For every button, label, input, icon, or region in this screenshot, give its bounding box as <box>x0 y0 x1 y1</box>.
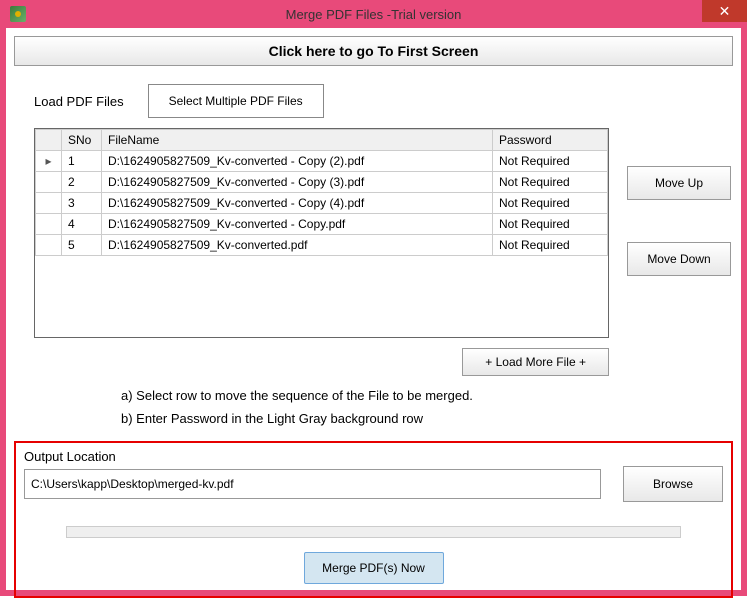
table-row[interactable]: 3D:\1624905827509_Kv-converted - Copy (4… <box>36 193 608 214</box>
table-row[interactable]: 4D:\1624905827509_Kv-converted - Copy.pd… <box>36 214 608 235</box>
table-row[interactable]: 2D:\1624905827509_Kv-converted - Copy (3… <box>36 172 608 193</box>
load-pdf-label: Load PDF Files <box>34 94 124 109</box>
file-grid[interactable]: SNo FileName Password ▸1D:\1624905827509… <box>34 128 609 338</box>
output-label: Output Location <box>24 449 723 464</box>
first-screen-button[interactable]: Click here to go To First Screen <box>14 36 733 66</box>
move-down-button[interactable]: Move Down <box>627 242 731 276</box>
window-title: Merge PDF Files -Trial version <box>286 7 462 22</box>
app-icon <box>10 6 26 22</box>
table-area: SNo FileName Password ▸1D:\1624905827509… <box>34 128 741 338</box>
instruction-b: b) Enter Password in the Light Gray back… <box>121 407 741 430</box>
load-more-row: + Load More File + <box>34 348 609 376</box>
col-sno: SNo <box>62 130 102 151</box>
output-section: Output Location Browse Merge PDF(s) Now <box>14 441 733 598</box>
instructions: a) Select row to move the sequence of th… <box>121 384 741 431</box>
reorder-buttons: Move Up Move Down <box>627 128 731 276</box>
titlebar: Merge PDF Files -Trial version ✕ <box>0 0 747 28</box>
close-button[interactable]: ✕ <box>702 0 747 22</box>
content-area: Click here to go To First Screen Load PD… <box>6 28 741 590</box>
row-selector-icon: ▸ <box>36 151 62 172</box>
col-password: Password <box>493 130 608 151</box>
col-filename: FileName <box>102 130 493 151</box>
app-window: Merge PDF Files -Trial version ✕ Click h… <box>0 0 747 596</box>
merge-now-button[interactable]: Merge PDF(s) Now <box>304 552 444 584</box>
table-row[interactable]: ▸1D:\1624905827509_Kv-converted - Copy (… <box>36 151 608 172</box>
table-row[interactable]: 5D:\1624905827509_Kv-converted.pdfNot Re… <box>36 235 608 256</box>
browse-button[interactable]: Browse <box>623 466 723 502</box>
select-multiple-button[interactable]: Select Multiple PDF Files <box>148 84 324 118</box>
progress-bar <box>66 526 681 538</box>
load-more-button[interactable]: + Load More File + <box>462 348 609 376</box>
move-up-button[interactable]: Move Up <box>627 166 731 200</box>
output-path-input[interactable] <box>24 469 601 499</box>
grid-header: SNo FileName Password <box>36 130 608 151</box>
load-section: Load PDF Files Select Multiple PDF Files <box>34 84 741 118</box>
instruction-a: a) Select row to move the sequence of th… <box>121 384 741 407</box>
